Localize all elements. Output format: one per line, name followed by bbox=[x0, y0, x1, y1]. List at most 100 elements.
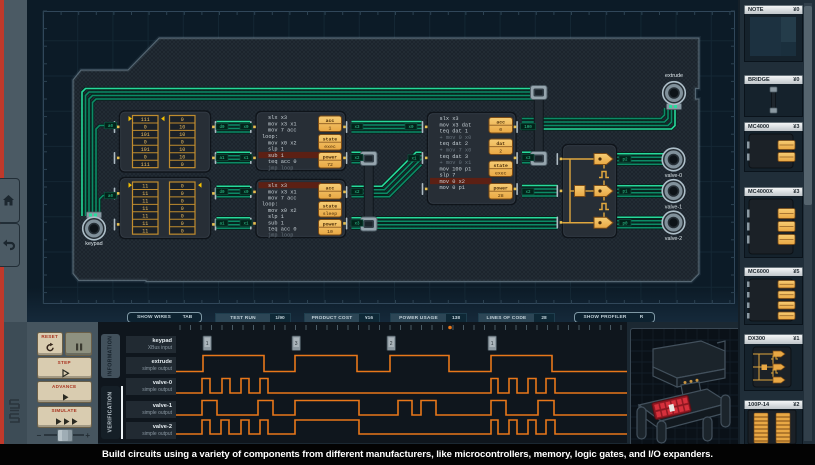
svg-text:0: 0 bbox=[181, 139, 184, 145]
svg-text:mov 0 p1: mov 0 p1 bbox=[440, 185, 465, 191]
svg-text:power: power bbox=[494, 187, 509, 192]
svg-text:power: power bbox=[323, 156, 338, 161]
svg-text:0: 0 bbox=[181, 191, 184, 197]
svg-text:teq dat 3: teq dat 3 bbox=[440, 154, 469, 160]
svg-text:11: 11 bbox=[142, 221, 148, 227]
svg-text:2: 2 bbox=[499, 149, 502, 155]
svg-text:11: 11 bbox=[142, 228, 148, 234]
svg-text:sub 1: sub 1 bbox=[268, 153, 284, 159]
svg-text:10: 10 bbox=[327, 229, 333, 235]
svg-text:x2: x2 bbox=[354, 191, 360, 195]
svg-text:slp 1: slp 1 bbox=[268, 214, 284, 220]
svg-text:x1: x1 bbox=[243, 223, 249, 227]
svg-text:exec: exec bbox=[324, 145, 336, 150]
svg-text:a0: a0 bbox=[108, 125, 114, 129]
svg-text:acc: acc bbox=[326, 119, 335, 124]
svg-text:mov x0 x2: mov x0 x2 bbox=[268, 208, 297, 214]
svg-text:jmp loop: jmp loop bbox=[268, 233, 293, 239]
svg-text:slx x3: slx x3 bbox=[440, 116, 459, 122]
svg-text:d0: d0 bbox=[219, 125, 225, 130]
svg-text:slp 7: slp 7 bbox=[440, 173, 456, 179]
svg-text:0: 0 bbox=[181, 206, 184, 212]
svg-text:state: state bbox=[323, 204, 338, 210]
svg-text:x2: x2 bbox=[354, 157, 360, 161]
svg-text:keypad: keypad bbox=[85, 241, 102, 247]
svg-text:mov x3 x1: mov x3 x1 bbox=[268, 189, 297, 195]
svg-text:p1: p1 bbox=[622, 191, 628, 195]
svg-text:slx x3: slx x3 bbox=[268, 115, 287, 121]
svg-text:10: 10 bbox=[179, 125, 185, 131]
svg-text:x3: x3 bbox=[525, 157, 531, 161]
svg-text:acc: acc bbox=[326, 187, 335, 192]
svg-text:x0: x0 bbox=[408, 126, 414, 130]
svg-text:sleep: sleep bbox=[323, 211, 338, 217]
svg-text:dat: dat bbox=[496, 141, 505, 147]
svg-text:a1: a1 bbox=[219, 157, 225, 161]
svg-text:valve-1: valve-1 bbox=[665, 205, 682, 211]
svg-text:p2: p2 bbox=[622, 159, 628, 163]
svg-text:state: state bbox=[494, 163, 509, 169]
svg-text:11: 11 bbox=[142, 213, 148, 219]
svg-text:mov x3 x1: mov x3 x1 bbox=[268, 121, 297, 127]
svg-text:11: 11 bbox=[142, 184, 148, 190]
svg-text:10: 10 bbox=[179, 132, 185, 138]
svg-text:10: 10 bbox=[179, 154, 185, 160]
svg-text:0: 0 bbox=[181, 199, 184, 205]
svg-text:mov x3 dat: mov x3 dat bbox=[440, 122, 472, 128]
svg-text:0: 0 bbox=[181, 228, 184, 234]
svg-text:valve-0: valve-0 bbox=[665, 173, 682, 179]
svg-text:loop:: loop: bbox=[262, 202, 278, 208]
svg-text:a1: a1 bbox=[219, 223, 225, 227]
svg-text:exec: exec bbox=[495, 172, 507, 177]
svg-text:valve-2: valve-2 bbox=[665, 236, 682, 242]
svg-text:x1: x1 bbox=[411, 158, 417, 162]
svg-text:mov 7 acc: mov 7 acc bbox=[268, 128, 297, 134]
svg-text:101: 101 bbox=[141, 132, 150, 138]
svg-text:slp 1: slp 1 bbox=[268, 147, 284, 153]
svg-text:0: 0 bbox=[181, 221, 184, 227]
svg-text:1: 1 bbox=[329, 126, 332, 132]
svg-text:0: 0 bbox=[144, 139, 147, 145]
svg-text:state: state bbox=[323, 137, 338, 143]
svg-text:x2: x2 bbox=[525, 191, 531, 195]
svg-text:power: power bbox=[323, 223, 338, 228]
svg-text:p0: p0 bbox=[622, 222, 628, 226]
svg-text:mov 7 acc: mov 7 acc bbox=[268, 196, 297, 202]
svg-text:111: 111 bbox=[141, 162, 150, 168]
svg-text:x0: x0 bbox=[243, 191, 249, 195]
svg-text:111: 111 bbox=[141, 117, 150, 123]
svg-text:1: 1 bbox=[491, 341, 494, 347]
svg-text:mov 100 p1: mov 100 p1 bbox=[440, 166, 472, 172]
svg-text:10: 10 bbox=[179, 147, 185, 153]
svg-text:x3: x3 bbox=[354, 223, 360, 227]
svg-text:0: 0 bbox=[181, 213, 184, 219]
svg-text:11: 11 bbox=[142, 191, 148, 197]
svg-text:0: 0 bbox=[181, 184, 184, 190]
svg-text:teq acc 0: teq acc 0 bbox=[268, 159, 297, 165]
svg-text:teq dat 2: teq dat 2 bbox=[440, 141, 469, 147]
svg-text:+ mov 0 x0: + mov 0 x0 bbox=[440, 135, 472, 141]
svg-text:11: 11 bbox=[142, 206, 148, 212]
svg-text:0: 0 bbox=[329, 193, 332, 199]
svg-text:extrude: extrude bbox=[665, 73, 683, 79]
svg-text:+ mov 0 x1: + mov 0 x1 bbox=[440, 160, 472, 166]
svg-text:d0: d0 bbox=[219, 190, 225, 195]
svg-text:sub 1: sub 1 bbox=[268, 220, 284, 226]
svg-text:2: 2 bbox=[390, 341, 393, 347]
svg-text:x1: x1 bbox=[243, 157, 249, 161]
svg-text:x3: x3 bbox=[354, 126, 360, 130]
svg-text:jmp loop: jmp loop bbox=[268, 166, 293, 172]
svg-text:0: 0 bbox=[499, 127, 502, 133]
svg-text:teq dat 1: teq dat 1 bbox=[440, 129, 469, 135]
svg-text:0: 0 bbox=[144, 125, 147, 131]
svg-text:slx x3: slx x3 bbox=[268, 183, 287, 189]
svg-text:72: 72 bbox=[327, 162, 333, 168]
svg-text:acc: acc bbox=[496, 121, 505, 126]
svg-text:x0: x0 bbox=[243, 126, 249, 130]
svg-text:loop:: loop: bbox=[262, 134, 278, 140]
svg-text:11: 11 bbox=[142, 199, 148, 205]
svg-text:0: 0 bbox=[181, 117, 184, 123]
svg-text:100: 100 bbox=[524, 126, 532, 130]
svg-text:101: 101 bbox=[141, 147, 150, 153]
svg-text:1: 1 bbox=[206, 341, 209, 347]
